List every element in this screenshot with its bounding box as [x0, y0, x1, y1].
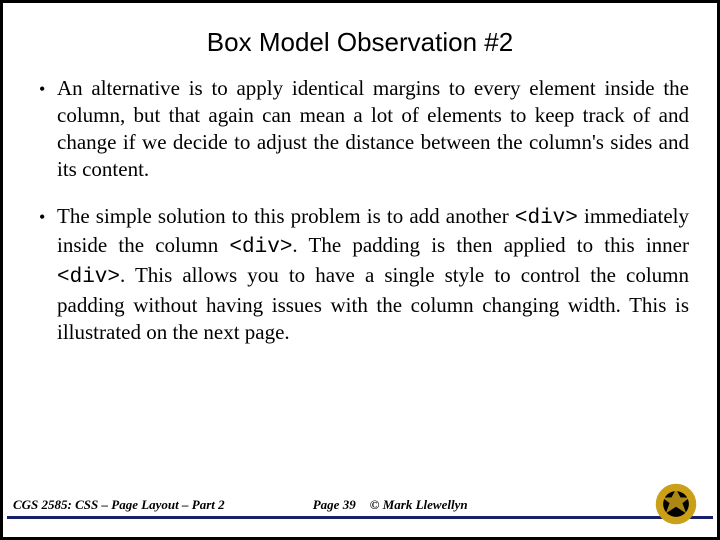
slide-footer: CGS 2585: CSS – Page Layout – Part 2 Pag…: [7, 485, 713, 529]
bullet-text: An alternative is to apply identical mar…: [57, 75, 689, 183]
bullet-dot-icon: •: [33, 203, 57, 231]
footer-divider: [7, 516, 713, 519]
text-run: . The padding is then applied to this in…: [292, 233, 689, 257]
ucf-logo-icon: [653, 481, 699, 527]
slide: Box Model Observation #2 • An alternativ…: [2, 2, 718, 538]
bullet-item: • An alternative is to apply identical m…: [33, 75, 689, 183]
slide-content: • An alternative is to apply identical m…: [33, 75, 689, 366]
code-literal: <div>: [57, 266, 120, 289]
text-run: The simple solution to this problem is t…: [57, 204, 515, 228]
bullet-dot-icon: •: [33, 75, 57, 103]
footer-course: CGS 2585: CSS – Page Layout – Part 2: [13, 497, 225, 513]
footer-page: Page 39: [313, 497, 356, 513]
bullet-item: • The simple solution to this problem is…: [33, 203, 689, 346]
code-literal: <div>: [515, 207, 578, 230]
slide-title: Box Model Observation #2: [3, 27, 717, 58]
text-run: . This allows you to have a single style…: [57, 263, 689, 344]
code-literal: <div>: [229, 236, 292, 259]
footer-copyright: © Mark Llewellyn: [370, 497, 468, 513]
bullet-text: The simple solution to this problem is t…: [57, 203, 689, 346]
